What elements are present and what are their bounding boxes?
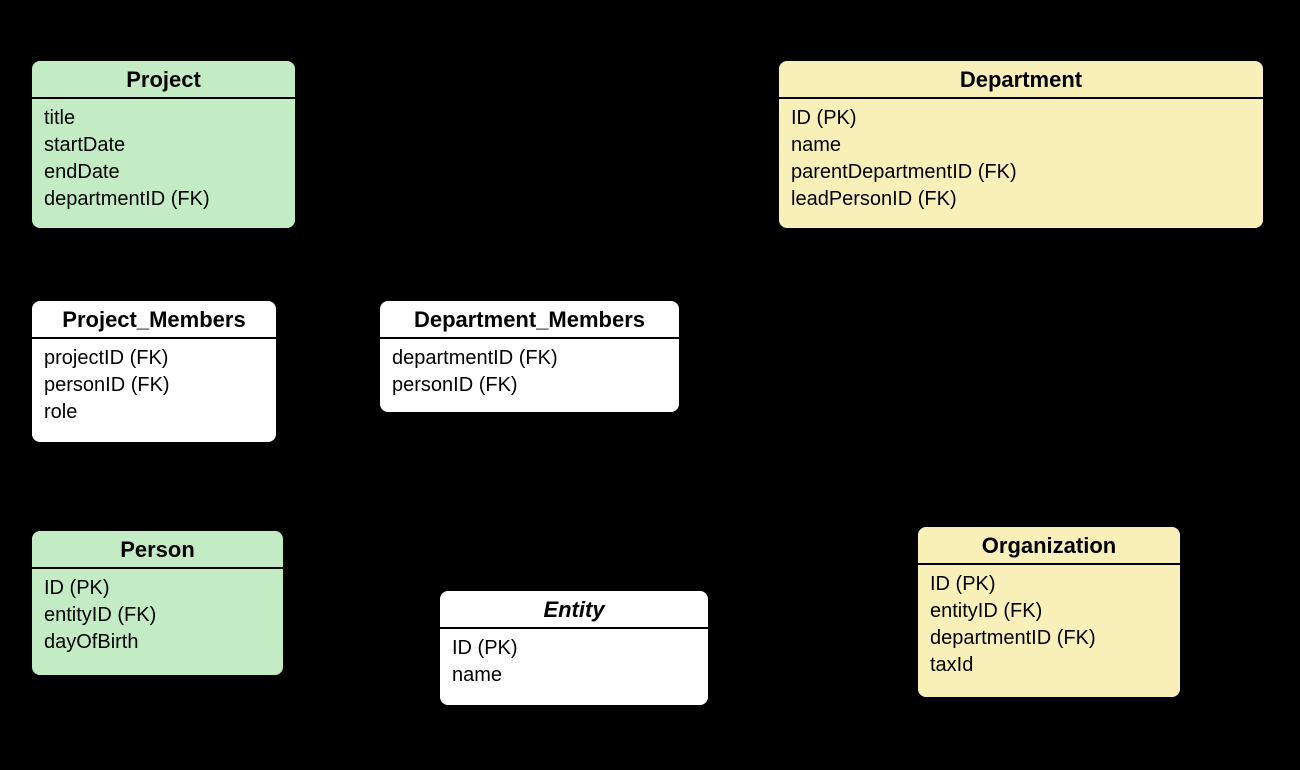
entity-person[interactable]: Person ID (PK) entityID (FK) dayOfBirth xyxy=(30,529,285,677)
entity-organization[interactable]: Organization ID (PK) entityID (FK) depar… xyxy=(916,525,1182,699)
attr: leadPersonID (FK) xyxy=(791,186,1251,213)
attr: entityID (FK) xyxy=(930,598,1168,625)
entity-project[interactable]: Project title startDate endDate departme… xyxy=(30,59,297,230)
entity-attrs: ID (PK) entityID (FK) dayOfBirth xyxy=(32,569,283,666)
entity-entity[interactable]: Entity ID (PK) name xyxy=(438,589,710,707)
entity-title: Entity xyxy=(440,591,708,629)
attr: title xyxy=(44,105,283,132)
attr: departmentID (FK) xyxy=(44,186,283,213)
entity-attrs: ID (PK) name xyxy=(440,629,708,699)
attr: name xyxy=(452,662,696,689)
attr: projectID (FK) xyxy=(44,345,264,372)
entity-title: Project_Members xyxy=(32,301,276,339)
entity-title: Organization xyxy=(918,527,1180,565)
entity-title: Department xyxy=(779,61,1263,99)
attr: name xyxy=(791,132,1251,159)
attr: ID (PK) xyxy=(452,635,696,662)
attr: ID (PK) xyxy=(44,575,271,602)
entity-attrs: title startDate endDate departmentID (FK… xyxy=(32,99,295,223)
attr: taxId xyxy=(930,652,1168,679)
entity-attrs: ID (PK) name parentDepartmentID (FK) lea… xyxy=(779,99,1263,223)
entity-attrs: departmentID (FK) personID (FK) xyxy=(380,339,679,409)
entity-attrs: ID (PK) entityID (FK) departmentID (FK) … xyxy=(918,565,1180,689)
er-diagram-canvas: Project title startDate endDate departme… xyxy=(0,0,1300,770)
attr: ID (PK) xyxy=(791,105,1251,132)
attr: startDate xyxy=(44,132,283,159)
attr: parentDepartmentID (FK) xyxy=(791,159,1251,186)
entity-department-members[interactable]: Department_Members departmentID (FK) per… xyxy=(378,299,681,414)
entity-department[interactable]: Department ID (PK) name parentDepartment… xyxy=(777,59,1265,230)
attr: personID (FK) xyxy=(44,372,264,399)
entity-title: Department_Members xyxy=(380,301,679,339)
attr: entityID (FK) xyxy=(44,602,271,629)
attr: dayOfBirth xyxy=(44,629,271,656)
attr: role xyxy=(44,399,264,426)
attr: endDate xyxy=(44,159,283,186)
entity-attrs: projectID (FK) personID (FK) role xyxy=(32,339,276,436)
attr: departmentID (FK) xyxy=(930,625,1168,652)
attr: ID (PK) xyxy=(930,571,1168,598)
attr: personID (FK) xyxy=(392,372,667,399)
entity-project-members[interactable]: Project_Members projectID (FK) personID … xyxy=(30,299,278,444)
entity-title: Person xyxy=(32,531,283,569)
attr: departmentID (FK) xyxy=(392,345,667,372)
entity-title: Project xyxy=(32,61,295,99)
